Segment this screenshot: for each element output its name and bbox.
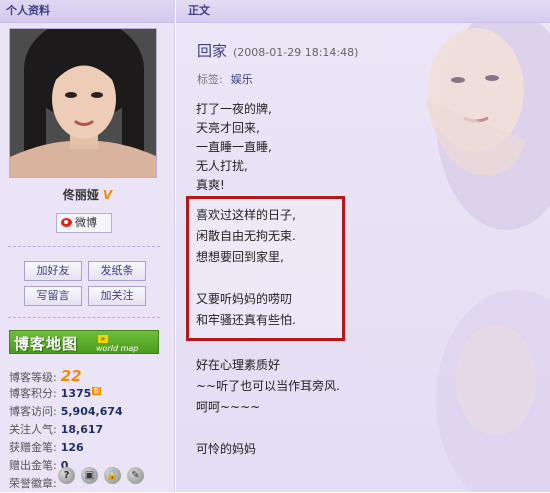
text-line bbox=[196, 418, 340, 439]
help-badge-icon[interactable]: ? bbox=[58, 467, 75, 484]
blog-level-value: 22 bbox=[60, 367, 82, 385]
blog-map-banner[interactable]: 博客地图 » world map bbox=[9, 330, 159, 354]
article-title[interactable]: 回家 bbox=[197, 42, 227, 60]
article-paragraph: 好在心理素质好 ~~听了也可以当作耳旁风. 呵呵~~~~ 可怜的妈妈 bbox=[196, 355, 340, 460]
profile-sidebar: 个人资料 佟丽娅 V 微博 加好友 发纸条 写留言 加关注 博客地图 » worl… bbox=[0, 0, 175, 492]
profile-header: 个人资料 bbox=[0, 0, 174, 23]
stat-label: 博客等级: bbox=[9, 371, 57, 384]
highlighted-paragraph: 喜欢过这样的日子, 闲散自由无拘无束. 想想要回到家里, 又要听妈妈的唠叨 和牢… bbox=[196, 205, 296, 331]
article-panel: 正文 回家 (2008-01-29 18:14:48) 标签: 娱乐 打了一夜的牌,… bbox=[176, 0, 550, 492]
text-line: 和牢骚还真有些怕. bbox=[196, 313, 296, 327]
verified-icon: V bbox=[102, 188, 113, 202]
article-tags: 标签: 娱乐 bbox=[197, 71, 253, 87]
text-line: 又要听妈妈的唠叨 bbox=[196, 292, 293, 306]
camera-badge-icon[interactable]: ▣ bbox=[81, 467, 98, 484]
text-line: 打了一夜的牌, bbox=[196, 102, 272, 116]
text-line: 真爽! bbox=[196, 178, 225, 192]
map-arrow-icon: » bbox=[98, 335, 108, 343]
stat-points: 博客积分: 1375 新 bbox=[9, 385, 169, 403]
article-paragraph: 打了一夜的牌, 天亮才回来, 一直睡一直睡, 无人打扰, 真爽! bbox=[196, 100, 272, 195]
article-timestamp: (2008-01-29 18:14:48) bbox=[233, 46, 359, 59]
divider bbox=[8, 317, 160, 318]
blog-map-title: 博客地图 bbox=[14, 335, 79, 353]
honor-badges: ? ▣ 🔒 ✎ bbox=[58, 467, 150, 487]
stat-value: 126 bbox=[60, 441, 84, 454]
stat-label: 关注人气: bbox=[9, 423, 57, 436]
stat-popularity: 关注人气: 18,617 bbox=[9, 421, 169, 439]
stat-value: 5,904,674 bbox=[60, 405, 123, 418]
article-title-row: 回家 (2008-01-29 18:14:48) bbox=[197, 40, 358, 61]
blog-map-subtitle: world map bbox=[96, 344, 139, 353]
profile-name-row: 佟丽娅 V bbox=[0, 186, 175, 203]
stat-label: 博客访问: bbox=[9, 405, 57, 418]
weibo-icon bbox=[61, 218, 72, 227]
tag-label: 标签: bbox=[197, 73, 223, 86]
leave-message-button[interactable]: 写留言 bbox=[24, 286, 82, 306]
stat-value: 18,617 bbox=[60, 423, 104, 436]
text-line: 喜欢过这样的日子, bbox=[196, 208, 296, 222]
text-line: 天亮才回来, bbox=[196, 121, 260, 135]
stat-label: 获赠金笔: bbox=[9, 441, 57, 454]
stat-visits: 博客访问: 5,904,674 bbox=[9, 403, 169, 421]
weibo-button[interactable]: 微博 bbox=[56, 213, 112, 233]
follow-button[interactable]: 加关注 bbox=[88, 286, 146, 306]
send-note-button[interactable]: 发纸条 bbox=[88, 261, 146, 281]
text-line: 可怜的妈妈 bbox=[196, 442, 257, 456]
stat-value: 1375 bbox=[60, 387, 92, 400]
text-line: 好在心理素质好 bbox=[196, 358, 281, 372]
tag-link[interactable]: 娱乐 bbox=[231, 73, 253, 86]
text-line: 无人打扰, bbox=[196, 159, 248, 173]
text-line: 想想要回到家里, bbox=[196, 250, 284, 264]
text-line bbox=[196, 268, 296, 289]
new-badge-icon: 新 bbox=[92, 387, 102, 395]
lock-badge-icon[interactable]: 🔒 bbox=[104, 467, 121, 484]
article-header: 正文 bbox=[176, 0, 550, 23]
text-line: 呵呵~~~~ bbox=[196, 400, 261, 414]
stat-pens-received: 获赠金笔: 126 bbox=[9, 439, 169, 457]
stat-level: 博客等级: 22 bbox=[9, 367, 169, 385]
text-line: ~~听了也可以当作耳旁风. bbox=[196, 379, 340, 393]
add-friend-button[interactable]: 加好友 bbox=[24, 261, 82, 281]
text-line: 闲散自由无拘无束. bbox=[196, 229, 296, 243]
stat-label: 赠出金笔: bbox=[9, 459, 57, 472]
pen-badge-icon[interactable]: ✎ bbox=[127, 467, 144, 484]
divider bbox=[8, 246, 160, 247]
profile-avatar[interactable] bbox=[9, 28, 157, 178]
weibo-label: 微博 bbox=[75, 216, 97, 229]
stat-label: 荣誉徽章: bbox=[9, 477, 57, 490]
stat-label: 博客积分: bbox=[9, 387, 57, 400]
profile-name[interactable]: 佟丽娅 bbox=[63, 188, 99, 202]
text-line: 一直睡一直睡, bbox=[196, 140, 272, 154]
